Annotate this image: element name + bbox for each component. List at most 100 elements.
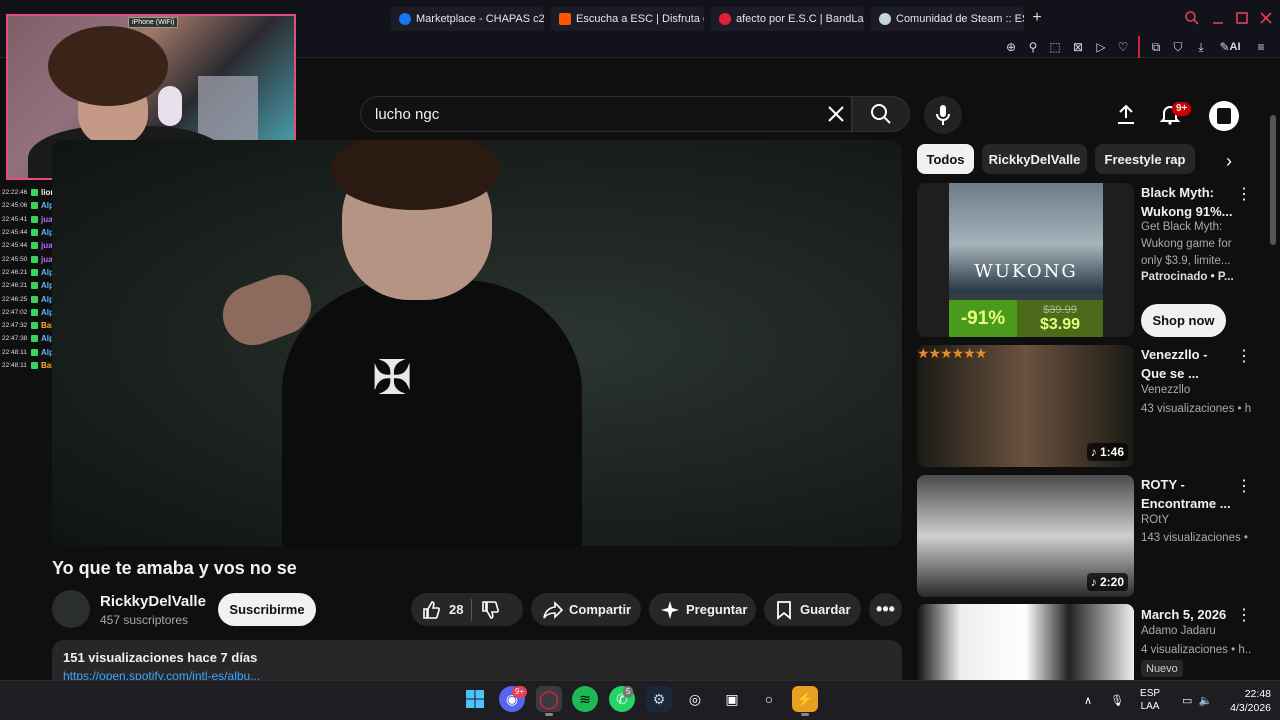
tab-bandlab[interactable]: afecto por E.S.C | BandLab	[711, 7, 864, 31]
maximize-icon[interactable]	[1234, 10, 1250, 26]
like-divider	[471, 598, 473, 621]
video-duration: ♪ 2:20	[1086, 573, 1128, 591]
shop-now-button[interactable]: Shop now	[1141, 304, 1226, 337]
chip-all[interactable]: Todos	[917, 144, 974, 174]
soundcloud-icon	[559, 13, 571, 25]
play-icon[interactable]: ▷	[1093, 39, 1109, 55]
voice-search-button[interactable]	[924, 96, 962, 134]
related-video-thumbnail[interactable]: ♪ 2:20	[917, 475, 1134, 597]
related-video-title[interactable]: March 5, 2026	[1141, 605, 1236, 624]
camera-source-label: iPhone (WiFi)	[128, 17, 179, 28]
ad-old-price: $39.99	[1043, 303, 1077, 316]
microphone-tray-icon[interactable]: 🎙	[1110, 694, 1124, 707]
notifications-badge: 9+	[1172, 102, 1192, 116]
pinned-app-icon[interactable]: ⚡	[792, 686, 818, 716]
language-indicator[interactable]: ESP LAA	[1140, 687, 1160, 713]
chat-timestamp: 22:47:38	[2, 335, 28, 343]
chat-timestamp: 22:48:11	[2, 362, 27, 369]
chat-badge-icon	[31, 348, 38, 356]
page-scrollbar[interactable]	[1270, 115, 1276, 245]
bookmark-icon	[777, 600, 791, 620]
clear-search-button[interactable]	[822, 100, 850, 128]
keyboard-layout: LAA	[1140, 701, 1160, 712]
ask-label: Preguntar	[686, 602, 748, 617]
video-player[interactable]: ✠	[52, 140, 902, 546]
epic-games-icon[interactable]: ▣	[719, 686, 745, 712]
related-video-views: 43 visualizaciones • h...	[1141, 403, 1251, 415]
channel-name[interactable]: RickkyDelValle	[100, 593, 206, 610]
chip-channel[interactable]: RickkyDelValle	[982, 144, 1087, 174]
search-input-value: lucho ngc	[375, 105, 440, 123]
thumbs-up-icon	[423, 600, 440, 619]
wallet-icon[interactable]: ⛉	[1170, 39, 1186, 55]
ad-title[interactable]: Black Myth: Wukong 91%...	[1141, 183, 1236, 221]
video-title: Yo que te amaba y vos no se	[52, 558, 297, 578]
more-vertical-icon[interactable]: ⋮	[1236, 184, 1252, 204]
pin-icon[interactable]: ⚲	[1025, 39, 1041, 55]
clock-date: 4/3/2026	[1230, 702, 1271, 714]
chat-timestamp: 22:45:44	[2, 242, 28, 250]
chip-freestyle-rap[interactable]: Freestyle rap	[1095, 144, 1195, 174]
search-button[interactable]	[852, 96, 910, 132]
tab-steam[interactable]: Comunidad de Steam :: ESC	[871, 7, 1024, 31]
more-vertical-icon[interactable]: ⋮	[1236, 605, 1252, 625]
related-video-thumbnail[interactable]: ♪ 1:46	[917, 345, 1134, 467]
related-video-title[interactable]: ROTY - Encontrame ...	[1141, 475, 1236, 513]
zoom-icon[interactable]: ⊕	[1003, 39, 1019, 55]
chat-timestamp: 22:46:21	[2, 268, 28, 276]
chevron-right-icon[interactable]: ›	[1218, 150, 1240, 172]
more-actions-button[interactable]: •••	[869, 593, 902, 626]
ask-button[interactable]: Preguntar	[649, 593, 756, 626]
clock[interactable]: 22:48 4/3/2026	[1215, 687, 1271, 715]
search-tabs-icon[interactable]	[1184, 10, 1200, 26]
more-vertical-icon[interactable]: ⋮	[1236, 346, 1252, 366]
related-video-title[interactable]: Venezzllo - Que se ...	[1141, 345, 1236, 383]
chat-timestamp: 22:45:50	[2, 255, 28, 263]
description-stats: 151 visualizaciones hace 7 días	[63, 650, 258, 665]
related-video-channel[interactable]: ROtY	[1141, 514, 1251, 526]
windows-start-icon[interactable]	[462, 686, 488, 712]
new-tab-button[interactable]: +	[1028, 9, 1046, 27]
network-icon[interactable]: ▭	[1182, 694, 1192, 707]
subscriber-count: 457 suscriptores	[100, 613, 189, 627]
related-video-channel[interactable]: Adamo Jadaru	[1141, 625, 1251, 637]
extensions-icon[interactable]: ⧉	[1148, 39, 1164, 55]
more-horizontal-icon: •••	[876, 599, 895, 619]
dislike-button[interactable]	[480, 600, 500, 620]
close-window-icon[interactable]	[1258, 10, 1274, 26]
related-video-thumbnail[interactable]	[917, 604, 1134, 686]
obs-icon[interactable]: ◎	[682, 686, 708, 712]
ad-thumbnail[interactable]: WUKONG -91% $39.99 $3.99	[917, 183, 1134, 337]
tab-title: Marketplace - CHAPAS c2	[416, 13, 544, 25]
volume-icon[interactable]: 🔈	[1198, 694, 1212, 707]
tab-marketplace[interactable]: Marketplace - CHAPAS c2	[391, 7, 544, 31]
minimize-icon[interactable]	[1210, 10, 1226, 26]
ai-button[interactable]: ✎ AI	[1216, 39, 1244, 55]
ad-discount: -91%	[949, 300, 1017, 337]
subscribe-button[interactable]: Suscribirme	[218, 593, 316, 626]
heart-icon[interactable]: ♡	[1115, 39, 1131, 55]
related-video-channel[interactable]: Venezzllo	[1141, 384, 1251, 396]
channel-avatar[interactable]	[52, 590, 90, 628]
tab-soundcloud[interactable]: Escucha a ESC | Disfruta c	[551, 7, 704, 31]
search-app-icon[interactable]: ○	[756, 686, 782, 712]
chat-badge-icon	[31, 189, 38, 197]
opera-gx-icon[interactable]: ◯	[536, 686, 562, 716]
like-button[interactable]	[421, 600, 441, 620]
chat-badge-icon	[31, 362, 38, 369]
chat-timestamp: 22:46:21	[2, 282, 28, 290]
adblock-icon[interactable]: ⊠	[1070, 39, 1086, 55]
save-button[interactable]: Guardar	[764, 593, 861, 626]
more-vertical-icon[interactable]: ⋮	[1236, 476, 1252, 496]
search-input[interactable]: lucho ngc	[360, 96, 852, 132]
menu-icon[interactable]: ≡	[1253, 39, 1269, 55]
ad-price: $39.99 $3.99	[1017, 300, 1103, 337]
spotify-icon[interactable]: ≋	[572, 686, 598, 712]
snapshot-icon[interactable]: ⬚	[1047, 39, 1063, 55]
account-avatar[interactable]	[1209, 101, 1239, 131]
steam-taskbar-icon[interactable]: ⚙	[646, 686, 672, 712]
chevron-up-icon[interactable]: ∧	[1084, 694, 1092, 707]
download-icon[interactable]: ⤓	[1193, 39, 1209, 55]
upload-button[interactable]	[1112, 100, 1140, 128]
share-button[interactable]: Compartir	[531, 593, 641, 626]
